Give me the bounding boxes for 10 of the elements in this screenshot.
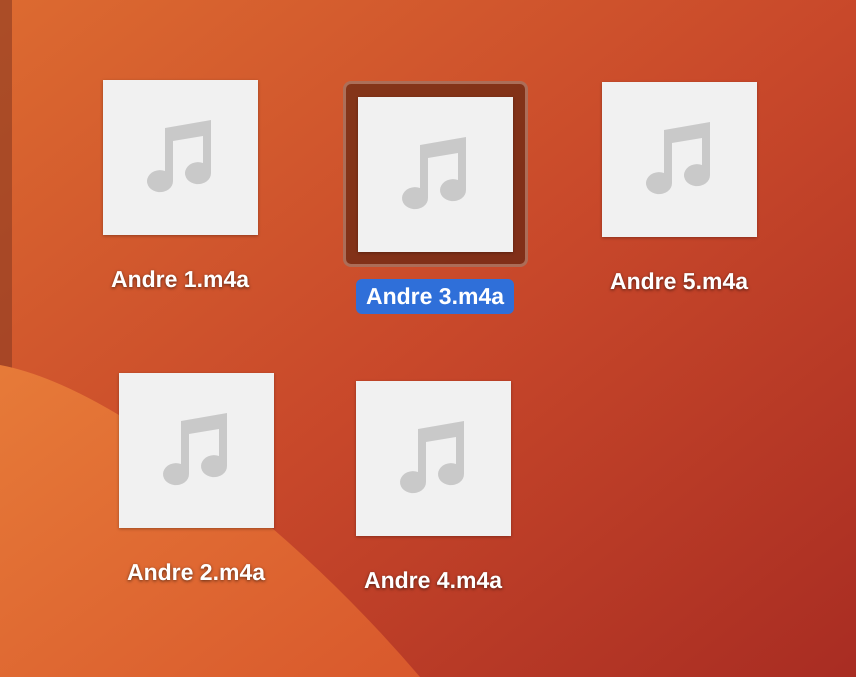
audio-file-icon[interactable]	[102, 80, 258, 234]
audio-file-icon[interactable]	[118, 372, 274, 528]
file-name[interactable]: Andre 5.m4a	[600, 264, 758, 299]
file-name[interactable]: Andre 1.m4a	[100, 262, 260, 297]
audio-file-icon[interactable]	[356, 380, 510, 536]
audio-file-icon[interactable]	[358, 96, 512, 252]
file-name[interactable]: Andre 4.m4a	[354, 563, 512, 598]
file-name[interactable]: Andre 3.m4a	[356, 279, 514, 314]
audio-file-icon[interactable]	[602, 82, 756, 236]
file-name[interactable]: Andre 2.m4a	[116, 555, 276, 590]
